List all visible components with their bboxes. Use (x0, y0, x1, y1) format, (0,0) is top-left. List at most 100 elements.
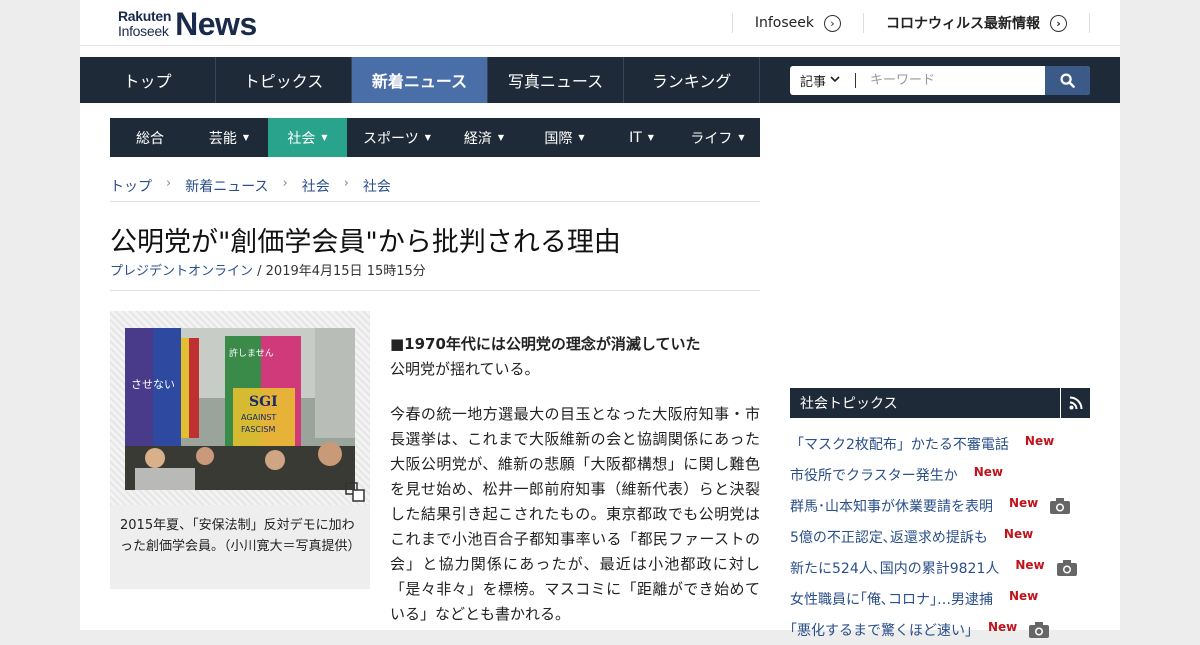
caret-down-icon: ▼ (647, 133, 654, 142)
sidebar-heading: 社会トピックス (790, 388, 1090, 418)
topic-title[interactable]: 新たに524人､国内の累計9821人 (790, 558, 999, 578)
enlarge-icon[interactable] (345, 482, 365, 502)
photo-frame: させない 許しません SGI AGAINST FASCISM (110, 311, 370, 505)
search-type-value: 記事 (800, 75, 827, 90)
caret-down-icon: ▼ (497, 133, 505, 142)
caret-down-icon: ▼ (321, 133, 328, 142)
caret-down-icon: ▼ (578, 133, 585, 142)
article-source-link[interactable]: プレジデントオンライン (110, 264, 253, 279)
category-international[interactable]: 国際 ▼ (521, 118, 608, 157)
camera-icon (1056, 559, 1077, 576)
site-header: Rakuten Infoseek News Infoseek › コロナウィルス… (80, 0, 1120, 46)
chevron-right-icon: › (343, 176, 349, 191)
chevron-right-icon: › (166, 176, 172, 191)
banner-text: 許しません (229, 347, 274, 359)
search-icon (1060, 73, 1075, 88)
topic-item[interactable]: 群馬･山本知事が休業要請を表明 New (790, 490, 1090, 521)
article-title: 公明党が"創価学会員"から批判される理由 (110, 227, 621, 258)
breadcrumb-society[interactable]: 社会 (302, 176, 330, 196)
rakuten-infoseek-news-logo[interactable]: Rakuten Infoseek News (118, 8, 257, 40)
nav-ranking[interactable]: ランキング (624, 57, 760, 103)
new-badge: New (988, 619, 1018, 634)
topic-title[interactable]: 女性職員に｢俺､コロナ｣…男逮捕 (790, 589, 993, 609)
topic-title[interactable]: 群馬･山本知事が休業要請を表明 (790, 496, 993, 516)
search-button[interactable] (1045, 66, 1090, 95)
topic-item[interactable]: 「マスク2枚配布」かたる不審電話 New (790, 428, 1090, 459)
topic-item[interactable]: 5億の不正認定､返還求め提訴も New (790, 521, 1090, 552)
category-it[interactable]: IT ▼ (608, 118, 675, 157)
article-body: ■1970年代には公明党の理念が消滅していた 公明党が揺れている。 今春の統一地… (390, 332, 760, 627)
breadcrumb-society-sub[interactable]: 社会 (363, 176, 391, 196)
search-type-select[interactable]: 記事 (790, 66, 856, 95)
camera-icon (1050, 497, 1071, 514)
circle-chevron-right-icon: › (1050, 14, 1067, 32)
topic-item[interactable]: 女性職員に｢俺､コロナ｣…男逮捕 New (790, 583, 1090, 614)
nav-photo-news[interactable]: 写真ニュース (488, 57, 624, 103)
category-sports[interactable]: スポーツ ▼ (347, 118, 447, 157)
rss-icon[interactable] (1060, 388, 1090, 418)
category-label: 社会 (287, 130, 316, 147)
corona-info-link-label: コロナウィルス最新情報 (886, 16, 1040, 32)
article-paragraph: 今春の統一地方選最大の目玉となった大阪府知事・市長選挙は、これまで大阪維新の会と… (390, 405, 760, 623)
corona-info-link[interactable]: コロナウィルス最新情報 › (863, 13, 1089, 33)
category-label: 芸能 (208, 130, 237, 147)
sidebar-title[interactable]: 社会トピックス (800, 388, 898, 418)
banner-text: AGAINST (241, 413, 276, 422)
chevron-down-icon (830, 75, 840, 86)
divider (110, 290, 760, 291)
page: Rakuten Infoseek News Infoseek › コロナウィルス… (80, 0, 1120, 639)
section-heading: ■1970年代には公明党の理念が消滅していた (390, 335, 701, 353)
article-lead: 公明党が揺れている。 (390, 360, 540, 378)
new-badge: New (1015, 557, 1045, 572)
banner-text: させない (131, 378, 175, 391)
logo-rakuten-text: Rakuten (118, 8, 172, 24)
category-entertainment[interactable]: 芸能 ▼ (190, 118, 268, 157)
category-nav: 総合 芸能 ▼ 社会 ▼ スポーツ ▼ 経済 ▼ 国際 ▼ IT ▼ ライフ ▼ (110, 118, 760, 157)
main-nav: トップ トピックス 新着ニュース 写真ニュース ランキング 記事 (80, 57, 1120, 103)
banner-text: FASCISM (241, 425, 275, 434)
nav-top[interactable]: トップ (80, 57, 216, 103)
divider (855, 73, 856, 88)
breadcrumb: トップ › 新着ニュース › 社会 › 社会 (110, 174, 760, 202)
topic-title[interactable]: 市役所でクラスター発生か (790, 465, 958, 485)
logo-news-text: News (175, 6, 257, 42)
category-label: ライフ (690, 130, 733, 147)
new-badge: New (1024, 433, 1055, 448)
header-links: Infoseek › コロナウィルス最新情報 › (731, 10, 1090, 36)
infoseek-link[interactable]: Infoseek › (731, 13, 863, 33)
article-meta: プレジデントオンライン / 2019年4月15日 15時15分 (110, 260, 426, 279)
category-label: 総合 (136, 130, 164, 147)
caret-down-icon: ▼ (738, 133, 745, 142)
circle-chevron-right-icon: › (824, 14, 841, 32)
topic-title[interactable]: 「マスク2枚配布」かたる不審電話 (790, 434, 1009, 454)
category-label: 経済 (463, 130, 492, 147)
article-photo-box: させない 許しません SGI AGAINST FASCISM 2015年夏、「安… (110, 311, 370, 589)
photo-caption: 2015年夏、「安保法制」反対デモに加わった創価学会員。（小川寛大＝写真提供） (120, 518, 361, 554)
new-badge: New (1009, 495, 1039, 510)
category-label: スポーツ (363, 130, 419, 147)
nav-topics[interactable]: トピックス (216, 57, 352, 103)
chevron-right-icon: › (282, 176, 288, 191)
divider (1089, 13, 1090, 33)
new-badge: New (1009, 588, 1039, 603)
search-input[interactable] (862, 66, 1042, 95)
caret-down-icon: ▼ (242, 133, 250, 142)
category-label: IT (629, 129, 642, 146)
category-life[interactable]: ライフ ▼ (675, 118, 760, 157)
category-economy[interactable]: 経済 ▼ (447, 118, 521, 157)
breadcrumb-top[interactable]: トップ (110, 176, 152, 196)
breadcrumb-new-news[interactable]: 新着ニュース (185, 176, 268, 196)
infoseek-link-label: Infoseek (754, 15, 814, 31)
logo-infoseek-text: Infoseek (118, 23, 169, 39)
topic-item[interactable]: 新たに524人､国内の累計9821人 New (790, 552, 1090, 583)
nav-new-news[interactable]: 新着ニュース (352, 57, 488, 103)
category-society[interactable]: 社会 ▼ (268, 118, 347, 157)
category-general[interactable]: 総合 (110, 118, 190, 157)
new-badge: New (1003, 526, 1034, 541)
protest-photo-illustration: させない 許しません SGI AGAINST FASCISM (125, 328, 355, 490)
topic-title[interactable]: 5億の不正認定､返還求め提訴も (790, 527, 988, 547)
banner-text: SGI (249, 394, 278, 410)
topic-item[interactable]: 市役所でクラスター発生か New (790, 459, 1090, 490)
new-badge: New (973, 464, 1004, 479)
article-photo[interactable]: させない 許しません SGI AGAINST FASCISM (125, 328, 355, 490)
